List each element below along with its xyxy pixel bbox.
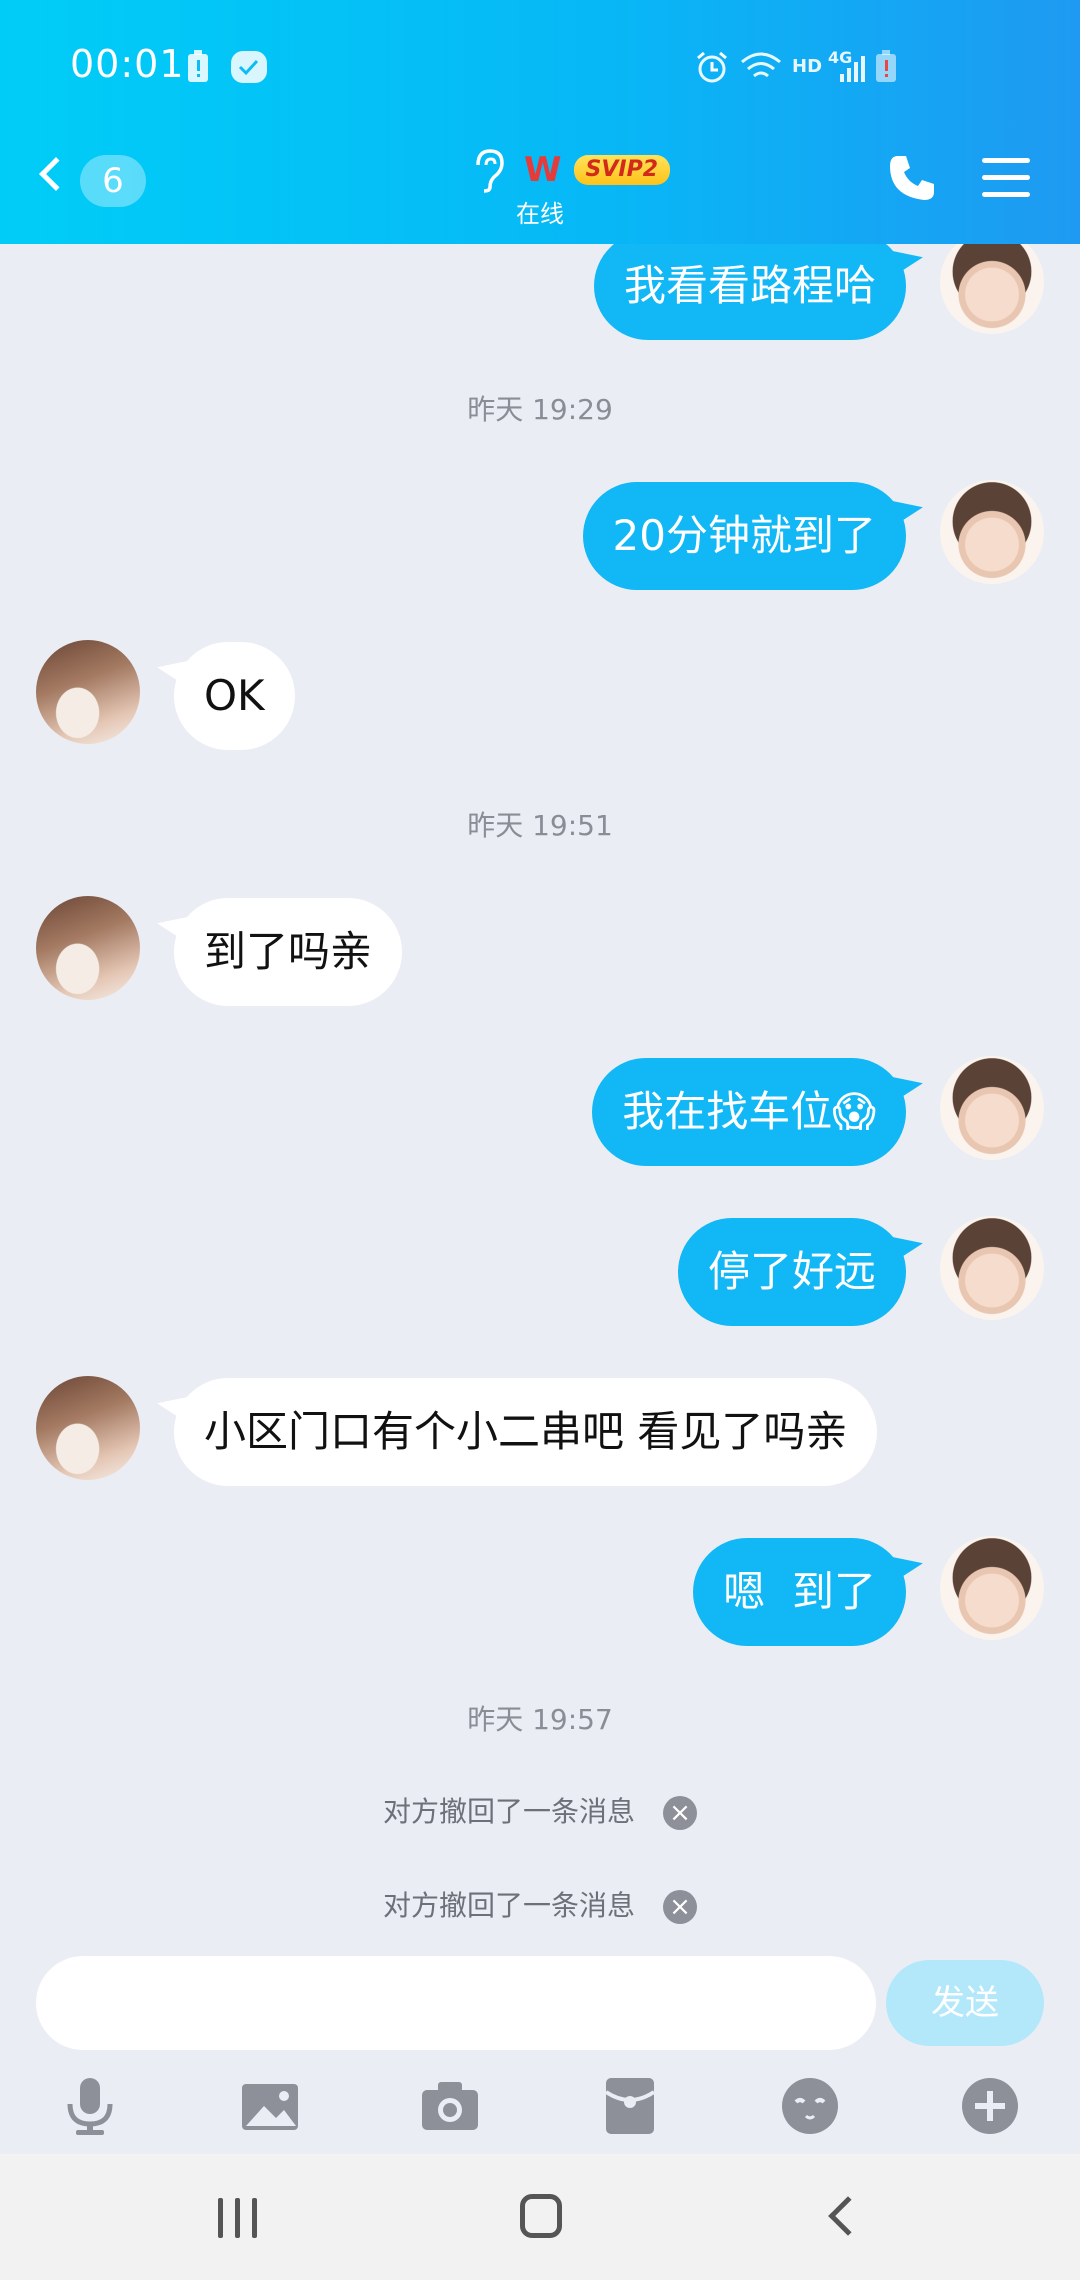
ear-icon xyxy=(476,149,504,193)
message-bubble-received[interactable]: 到了吗亲 xyxy=(174,898,403,1006)
message-bubble-sent[interactable]: 停了好远 xyxy=(677,1218,906,1326)
chat-header: 00:01 HD 4G 6 W SVIP2 在线 xyxy=(0,0,1080,244)
contact-avatar[interactable] xyxy=(36,896,140,1000)
message-input[interactable] xyxy=(36,1956,876,2050)
send-button[interactable]: 发送 xyxy=(886,1960,1044,2046)
my-avatar[interactable] xyxy=(940,480,1044,584)
home-button[interactable] xyxy=(520,2194,562,2238)
input-area: 发送 xyxy=(0,1950,1080,2154)
chevron-left-icon xyxy=(39,157,73,191)
plus-icon[interactable] xyxy=(960,2076,1020,2136)
timestamp: 昨天 19:51 xyxy=(467,809,613,842)
message-bubble-sent[interactable]: 我看看路程哈 xyxy=(593,244,906,340)
contact-title[interactable]: W SVIP2 xyxy=(470,146,671,194)
dismiss-icon[interactable]: × xyxy=(663,1890,697,1924)
input-toolbar xyxy=(0,2066,1080,2146)
security-icon xyxy=(231,51,267,83)
recall-notice: 对方撤回了一条消息 × xyxy=(0,1790,1080,1830)
svip-badge: SVIP2 xyxy=(573,155,671,185)
battery-icon xyxy=(876,50,896,82)
image-icon[interactable] xyxy=(240,2076,300,2136)
contact-name: W xyxy=(524,150,562,190)
status-bar: 00:01 HD 4G xyxy=(0,0,1080,130)
my-avatar[interactable] xyxy=(940,244,1044,334)
recall-text: 对方撤回了一条消息 xyxy=(382,1795,635,1828)
battery-alert-icon xyxy=(188,50,208,82)
message-list[interactable]: 我看看路程哈 昨天 19:29 20分钟就到了 OK 昨天 19:51 到了吗亲… xyxy=(0,244,1080,1950)
microphone-icon[interactable] xyxy=(60,2076,120,2136)
recall-text: 对方撤回了一条消息 xyxy=(382,1889,635,1922)
message-bubble-sent[interactable]: 我在找车位😱 xyxy=(592,1058,906,1166)
title-bar: 6 W SVIP2 在线 xyxy=(0,130,1080,244)
signal-icon xyxy=(840,56,865,82)
message-bubble-received[interactable]: 小区门口有个小二串吧 看见了吗亲 xyxy=(174,1378,878,1486)
message-bubble-sent[interactable]: 嗯 到了 xyxy=(693,1538,906,1646)
timestamp: 昨天 19:57 xyxy=(467,1703,613,1736)
contact-avatar[interactable] xyxy=(36,1376,140,1480)
menu-icon[interactable] xyxy=(982,158,1030,198)
message-bubble-received[interactable]: OK xyxy=(174,642,295,750)
alarm-icon xyxy=(697,51,727,83)
recent-apps-button[interactable] xyxy=(218,2198,260,2238)
system-back-button[interactable] xyxy=(828,2196,868,2236)
dismiss-icon[interactable]: × xyxy=(663,1796,697,1830)
emoji-icon[interactable] xyxy=(780,2076,840,2136)
wifi-icon xyxy=(741,52,781,78)
my-avatar[interactable] xyxy=(940,1216,1044,1320)
message-bubble-sent[interactable]: 20分钟就到了 xyxy=(582,482,906,590)
camera-icon[interactable] xyxy=(420,2076,480,2136)
my-avatar[interactable] xyxy=(940,1536,1044,1640)
system-nav-bar xyxy=(0,2154,1080,2280)
hd-indicator: HD xyxy=(792,56,823,77)
recall-notice: 对方撤回了一条消息 × xyxy=(0,1884,1080,1924)
red-packet-icon[interactable] xyxy=(600,2076,660,2136)
phone-icon[interactable] xyxy=(886,152,938,204)
contact-avatar[interactable] xyxy=(36,640,140,744)
timestamp: 昨天 19:29 xyxy=(467,393,613,426)
my-avatar[interactable] xyxy=(940,1056,1044,1160)
status-time: 00:01 xyxy=(70,42,185,86)
